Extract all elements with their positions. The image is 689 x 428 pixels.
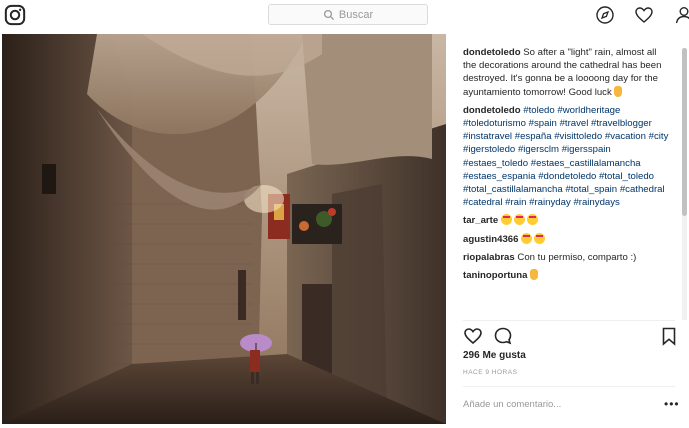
hashtag-link[interactable]: #rainydays bbox=[573, 197, 619, 208]
hashtag-comment: dondetoledo #toledo #worldheritage #tole… bbox=[463, 104, 669, 210]
emoji-icon bbox=[530, 269, 539, 281]
hashtag-link[interactable]: #igerstoledo bbox=[463, 144, 515, 155]
hashtag-link[interactable]: #travelblogger bbox=[591, 118, 652, 129]
comment-bubble-icon[interactable] bbox=[493, 326, 513, 346]
hashtag-link[interactable]: #españa bbox=[515, 131, 552, 142]
caption-username[interactable]: dondetoledo bbox=[463, 47, 521, 58]
hashtag-link[interactable]: #total_castillalamancha bbox=[463, 184, 563, 195]
hashtag-link[interactable]: #igersspain bbox=[562, 144, 611, 155]
compass-icon[interactable] bbox=[595, 5, 615, 25]
hashtag-link[interactable]: #vacation bbox=[605, 131, 646, 142]
instagram-logo-icon[interactable] bbox=[4, 4, 26, 26]
crossed-fingers-emoji-icon bbox=[614, 85, 623, 97]
more-options-button[interactable]: ••• bbox=[664, 398, 680, 410]
hashtag-link[interactable]: #spain bbox=[529, 118, 557, 129]
search-icon bbox=[323, 9, 334, 20]
hashtag-link[interactable]: #rain bbox=[505, 197, 526, 208]
post-actions bbox=[463, 326, 676, 350]
divider bbox=[463, 320, 675, 321]
comment-username[interactable]: tar_arte bbox=[463, 215, 498, 226]
divider bbox=[463, 386, 675, 387]
top-navigation-bar: Buscar bbox=[0, 0, 689, 32]
like-count[interactable]: 296 Me gusta bbox=[463, 350, 526, 361]
hashtag-link[interactable]: #total_toledo bbox=[599, 171, 654, 182]
hashtag-link[interactable]: #dondetoledo bbox=[538, 171, 596, 182]
comments-list[interactable]: dondetoledo So after a "light" rain, alm… bbox=[463, 46, 669, 320]
user-icon[interactable] bbox=[674, 5, 689, 25]
heart-icon[interactable] bbox=[634, 5, 654, 25]
post-details-panel: dondetoledo So after a "light" rain, alm… bbox=[446, 34, 689, 428]
hashtag-link[interactable]: #estaes_toledo bbox=[463, 158, 528, 169]
hashtag-link[interactable]: #cathedral bbox=[620, 184, 665, 195]
hashtag-link[interactable]: #worldheritage bbox=[557, 105, 620, 116]
search-placeholder: Buscar bbox=[338, 8, 374, 21]
search-input[interactable]: Buscar bbox=[268, 4, 428, 25]
comments-scrollbar[interactable] bbox=[682, 48, 687, 320]
comment-item: tar_arte bbox=[463, 214, 669, 227]
hashtag-link[interactable]: #instatravel bbox=[463, 131, 512, 142]
hashtag-link[interactable]: #total_spain bbox=[565, 184, 617, 195]
like-heart-icon[interactable] bbox=[463, 326, 483, 346]
hashtag-link[interactable]: #toledo bbox=[523, 105, 554, 116]
comment-item: agustin4366 bbox=[463, 232, 669, 246]
scrollbar-thumb[interactable] bbox=[682, 48, 687, 216]
hashtag-link[interactable]: #city bbox=[649, 131, 669, 142]
comment-item: riopalabras Con tu permiso, comparto :) bbox=[463, 251, 669, 264]
post-timestamp[interactable]: HACE 9 HORAS bbox=[463, 369, 517, 376]
hashtag-link[interactable]: #estaes_castillalamancha bbox=[531, 158, 641, 169]
add-comment-input[interactable]: Añade un comentario... bbox=[463, 399, 561, 410]
comment-text: Con tu permiso, comparto :) bbox=[517, 251, 637, 263]
post-photo[interactable] bbox=[2, 34, 446, 424]
comment-username[interactable]: riopalabras bbox=[463, 252, 515, 263]
heart-eyes-emoji-icon bbox=[526, 214, 538, 226]
hashtag-username[interactable]: dondetoledo bbox=[463, 105, 521, 116]
toledo-street-photo bbox=[2, 34, 446, 424]
comment-username[interactable]: agustin4366 bbox=[463, 234, 518, 245]
bookmark-icon[interactable] bbox=[659, 326, 679, 346]
hashtag-link[interactable]: #visittoledo bbox=[554, 131, 602, 142]
hashtag-link[interactable]: #travel bbox=[560, 118, 589, 129]
caption-comment: dondetoledo So after a "light" rain, alm… bbox=[463, 46, 669, 99]
heart-eyes-emoji-icon bbox=[500, 214, 512, 226]
hashtag-link[interactable]: #igersclm bbox=[518, 144, 559, 155]
comment-item: taninoportuna bbox=[463, 269, 669, 282]
hashtag-link[interactable]: #toledoturismo bbox=[463, 118, 526, 129]
hashtag-list: #toledo #worldheritage #toledoturismo #s… bbox=[463, 105, 668, 208]
comment-username[interactable]: taninoportuna bbox=[463, 270, 527, 281]
heart-eyes-emoji-icon bbox=[534, 232, 546, 244]
hashtag-link[interactable]: #catedral bbox=[463, 197, 502, 208]
heart-eyes-emoji-icon bbox=[513, 214, 525, 226]
hashtag-link[interactable]: #estaes_espania bbox=[463, 171, 536, 182]
hashtag-link[interactable]: #rainyday bbox=[529, 197, 571, 208]
heart-eyes-emoji-icon bbox=[521, 232, 533, 244]
